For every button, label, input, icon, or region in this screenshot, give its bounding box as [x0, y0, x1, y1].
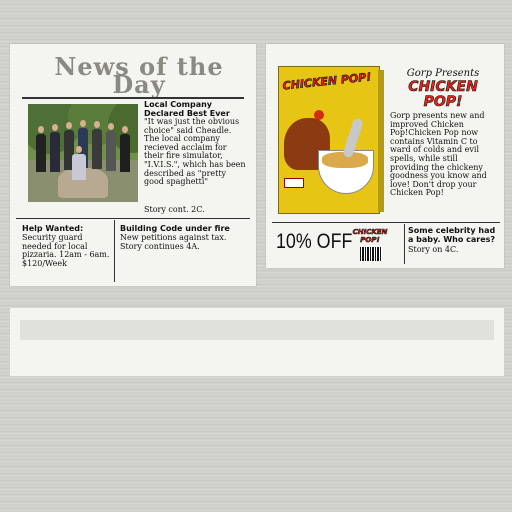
- fold-band: [20, 320, 494, 340]
- masthead: News of the Day: [54, 52, 224, 99]
- newspaper-right-page: CHICKEN POP! Gorp Presents CHICKEN POP! …: [266, 44, 504, 268]
- column-rule: [114, 220, 115, 282]
- main-story-continuation: Story cont. 2C.: [144, 205, 205, 214]
- main-story-body: "It was just the obvious choice" said Ch…: [144, 117, 249, 187]
- classified-body: Security guard needed for local pizzaria…: [22, 233, 112, 268]
- celebrity-body: Story on 4C.: [408, 245, 459, 254]
- coupon-column-rule: [404, 224, 405, 264]
- group-photo: [28, 104, 138, 202]
- classified-headline: Help Wanted:: [22, 224, 84, 233]
- building-story-body: New petitions against tax. Story continu…: [120, 233, 229, 251]
- main-story-headline: Local Company Declared Best Ever: [144, 100, 230, 118]
- ad-kicker: Gorp Presents: [406, 68, 480, 79]
- ad-body: Gorp presents new and improved Chicken P…: [390, 111, 490, 198]
- coupon-rule: [272, 222, 500, 223]
- celebrity-headline: Some celebrity had a baby. Who cares?: [408, 226, 496, 244]
- coupon-brand: CHICKEN POP!: [352, 228, 388, 245]
- building-story-headline: Building Code under fire: [120, 224, 230, 233]
- barcode-icon: [360, 247, 382, 261]
- ad-title: CHICKEN POP!: [408, 79, 478, 110]
- newspaper-left-page: News of the Day Local Company Declared B…: [10, 44, 256, 286]
- cereal-box-image: CHICKEN POP!: [278, 66, 384, 214]
- section-rule: [16, 218, 250, 219]
- newspaper-fold-strip: [10, 308, 504, 376]
- masthead-rule: [22, 97, 244, 99]
- coupon-discount: 10% OFF: [276, 230, 353, 253]
